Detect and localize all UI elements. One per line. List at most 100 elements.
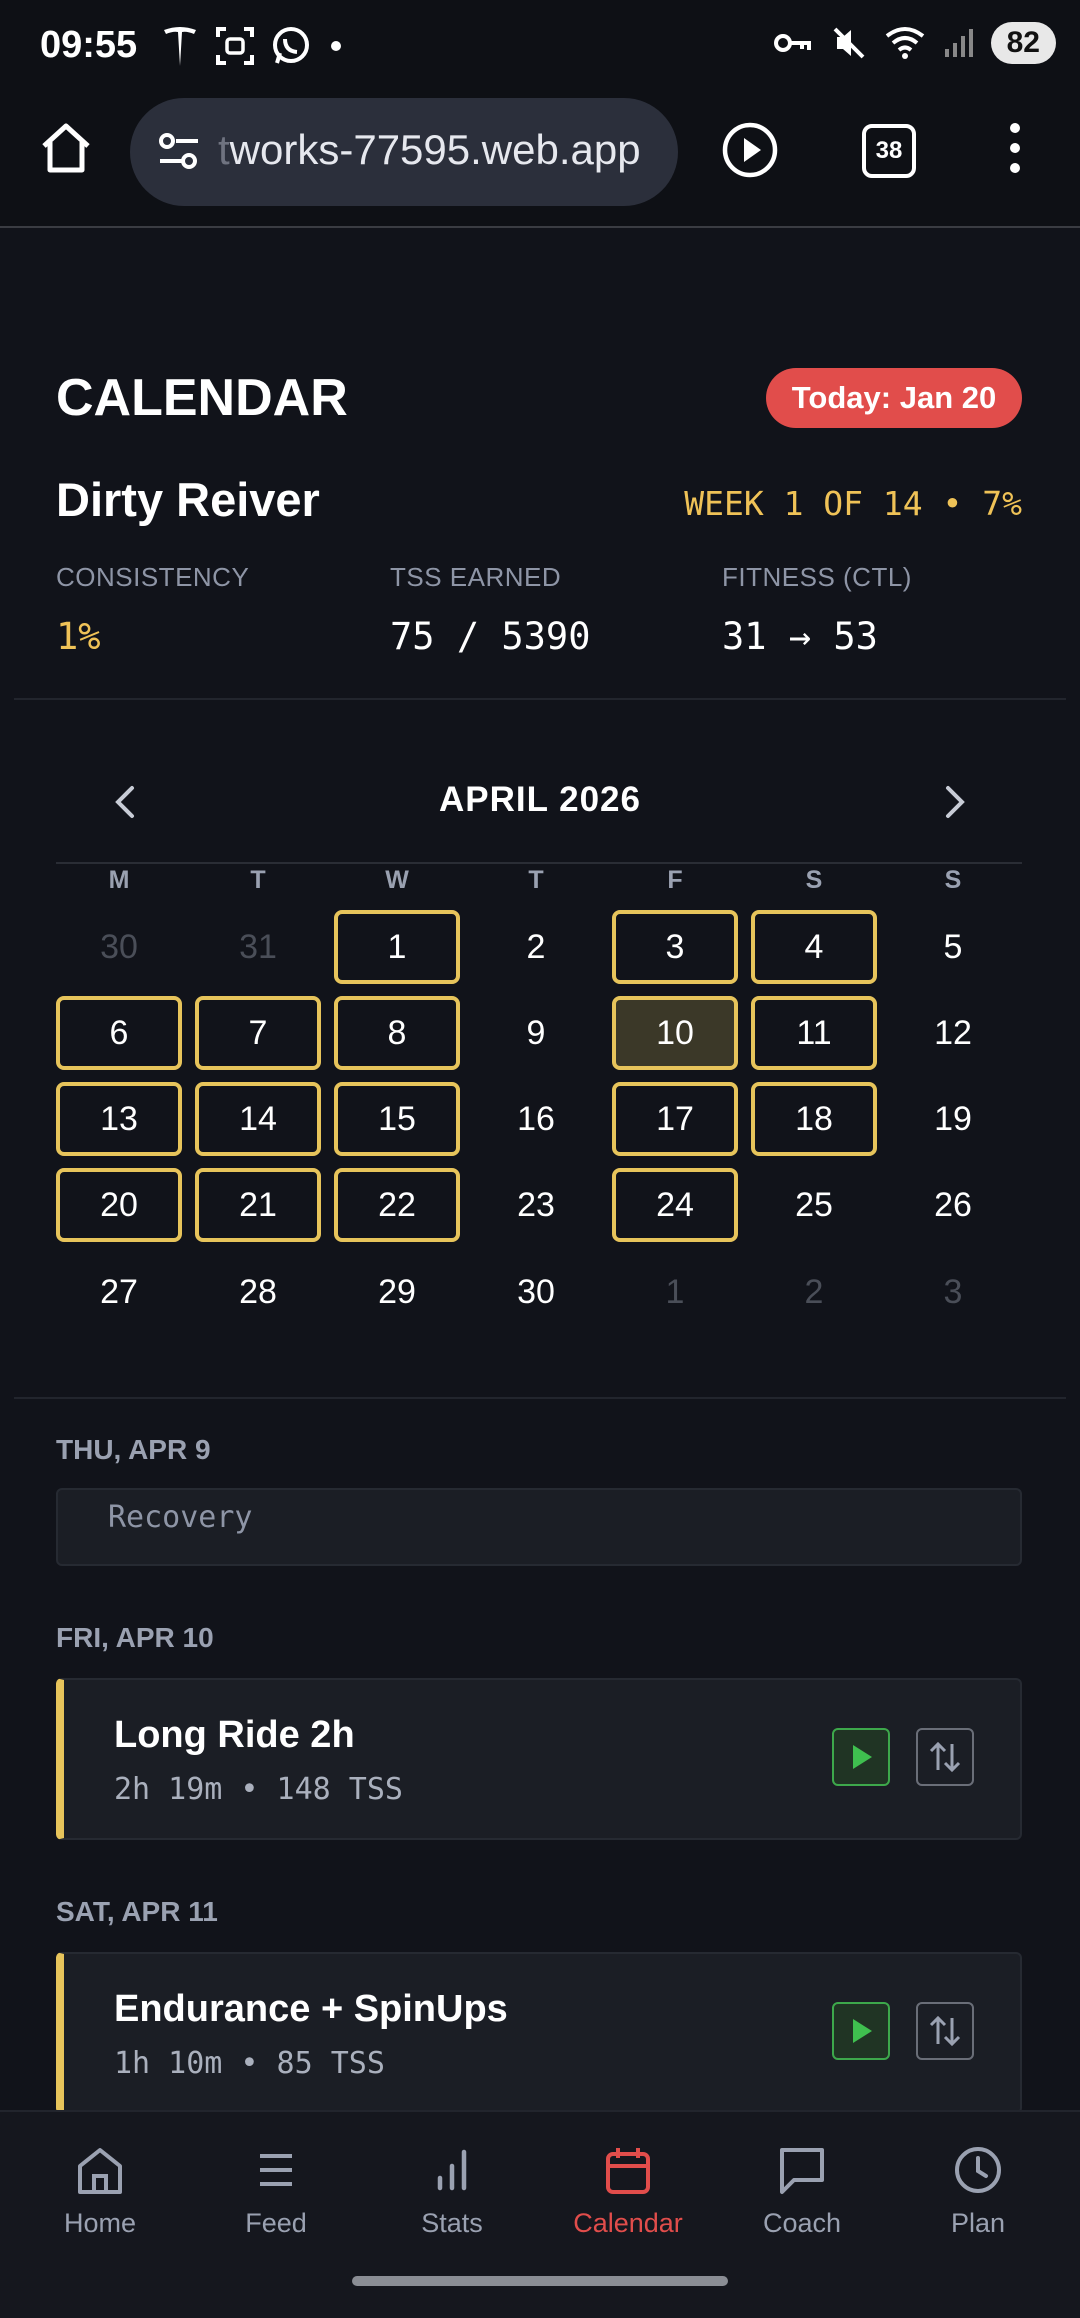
key-icon [773, 34, 811, 52]
calendar-day[interactable]: 2 [751, 1255, 877, 1329]
mute-icon [833, 27, 865, 59]
url-text[interactable]: tworks-77595.web.app [218, 126, 641, 174]
swap-workout-button[interactable] [916, 1728, 974, 1786]
screenshot-icon [216, 27, 254, 65]
browser-home-icon[interactable] [36, 118, 96, 178]
whatsapp-icon [273, 27, 309, 64]
stats-icon [437, 2149, 467, 2191]
site-settings-icon[interactable] [154, 126, 204, 176]
calendar-day[interactable]: 29 [334, 1255, 460, 1329]
calendar-day[interactable]: 13 [56, 1082, 182, 1156]
start-workout-button[interactable] [832, 2002, 890, 2060]
calendar-day[interactable]: 30 [473, 1255, 599, 1329]
nav-calendar[interactable]: Calendar [558, 2142, 698, 2239]
workout-detail: 2h 19m • 148 TSS [114, 1772, 403, 1807]
calendar-day[interactable]: 2 [473, 910, 599, 984]
calendar-day[interactable]: 24 [612, 1168, 738, 1242]
swap-workout-button[interactable] [916, 2002, 974, 2060]
workout-title: Endurance + SpinUps [114, 1988, 508, 2030]
play-icon [853, 2019, 872, 2043]
weekday-label: W [385, 866, 409, 894]
calendar-day[interactable]: 31 [195, 910, 321, 984]
nav-stats[interactable]: Stats [382, 2142, 522, 2239]
calendar-day[interactable]: 1 [612, 1255, 738, 1329]
home-icon [78, 2148, 122, 2194]
home-indicator[interactable] [352, 2276, 728, 2286]
workout-card[interactable]: Long Ride 2h 2h 19m • 148 TSS [56, 1678, 1022, 1840]
next-month-icon[interactable] [936, 782, 972, 822]
stat-value: 31 → 53 [722, 615, 878, 658]
workout-detail: Recovery [108, 1500, 253, 1535]
calendar-day[interactable]: 9 [473, 996, 599, 1070]
tab-switcher-button[interactable]: 38 [862, 124, 916, 178]
date-heading: FRI, APR 10 [56, 1622, 214, 1653]
nav-label: Stats [421, 2208, 483, 2238]
page-title: CALENDAR [56, 369, 348, 427]
stat-value: 1% [56, 615, 101, 658]
calendar-day[interactable]: 14 [195, 1082, 321, 1156]
stat-consistency: CONSISTENCY 1% [56, 562, 249, 658]
week-progress: WEEK 1 OF 14 • 7% [684, 484, 1022, 523]
calendar-day[interactable]: 25 [751, 1168, 877, 1242]
weekday-label: T [250, 866, 266, 894]
signal-icon [944, 29, 973, 57]
calendar-day[interactable]: 28 [195, 1255, 321, 1329]
calendar-day[interactable]: 20 [56, 1168, 182, 1242]
calendar-day[interactable]: 7 [195, 996, 321, 1070]
calendar-day[interactable]: 11 [751, 996, 877, 1070]
nav-coach[interactable]: Coach [732, 2142, 872, 2239]
calendar-day[interactable]: 8 [334, 996, 460, 1070]
calendar-divider [56, 862, 1022, 864]
calendar-day[interactable]: 6 [56, 996, 182, 1070]
address-bar[interactable]: tworks-77595.web.app [130, 98, 678, 206]
workout-card[interactable]: Endurance + SpinUps 1h 10m • 85 TSS [56, 1952, 1022, 2114]
month-title: APRIL 2026 [439, 780, 641, 819]
calendar-day[interactable]: 19 [890, 1082, 1016, 1156]
calendar-day[interactable]: 17 [612, 1082, 738, 1156]
status-time: 09:55 [40, 24, 138, 66]
nav-label: Calendar [573, 2208, 683, 2238]
browser-toolbar: tworks-77595.web.app 38 [0, 92, 1080, 228]
swap-icon [929, 2015, 961, 2047]
nav-label: Feed [245, 2208, 307, 2238]
calendar-day[interactable]: 5 [890, 910, 1016, 984]
calendar-day[interactable]: 16 [473, 1082, 599, 1156]
bottom-nav: Home Feed Stats Calendar Coach Plan [0, 2110, 1080, 2318]
status-bar: 09:55 82 [0, 0, 1080, 92]
more-menu-icon[interactable] [1000, 118, 1030, 178]
calendar-day[interactable]: 12 [890, 996, 1016, 1070]
workout-card[interactable]: Recovery [56, 1488, 1022, 1566]
calendar-day[interactable]: 30 [56, 910, 182, 984]
calendar-day[interactable]: 1 [334, 910, 460, 984]
calendar-day-selected[interactable]: 10 [612, 996, 738, 1070]
nav-feed[interactable]: Feed [206, 2142, 346, 2239]
start-workout-button[interactable] [832, 1728, 890, 1786]
weekday-label: F [667, 866, 683, 894]
calendar-day[interactable]: 4 [751, 910, 877, 984]
calendar-day[interactable]: 26 [890, 1168, 1016, 1242]
workout-detail: 1h 10m • 85 TSS [114, 2046, 385, 2081]
calendar-day[interactable]: 23 [473, 1168, 599, 1242]
clock-icon [955, 2147, 1001, 2193]
today-button[interactable]: Today: Jan 20 [766, 368, 1022, 428]
media-play-icon[interactable] [720, 120, 780, 180]
chat-icon [780, 2148, 824, 2194]
nav-label: Home [63, 2208, 137, 2238]
feed-icon [260, 2154, 292, 2186]
calendar-day[interactable]: 21 [195, 1168, 321, 1242]
divider [14, 698, 1066, 700]
stat-label: FITNESS (CTL) [722, 562, 912, 592]
calendar-day[interactable]: 18 [751, 1082, 877, 1156]
stat-value: 75 / 5390 [390, 615, 591, 658]
weekday-label: S [805, 866, 823, 894]
calendar-day[interactable]: 27 [56, 1255, 182, 1329]
calendar-icon [606, 2148, 650, 2194]
calendar-day[interactable]: 22 [334, 1168, 460, 1242]
calendar-day[interactable]: 3 [890, 1255, 1016, 1329]
weekday-label: S [944, 866, 962, 894]
dot-icon [331, 41, 341, 51]
nav-plan[interactable]: Plan [908, 2142, 1048, 2239]
calendar-day[interactable]: 3 [612, 910, 738, 984]
calendar-day[interactable]: 15 [334, 1082, 460, 1156]
nav-home[interactable]: Home [30, 2142, 170, 2239]
